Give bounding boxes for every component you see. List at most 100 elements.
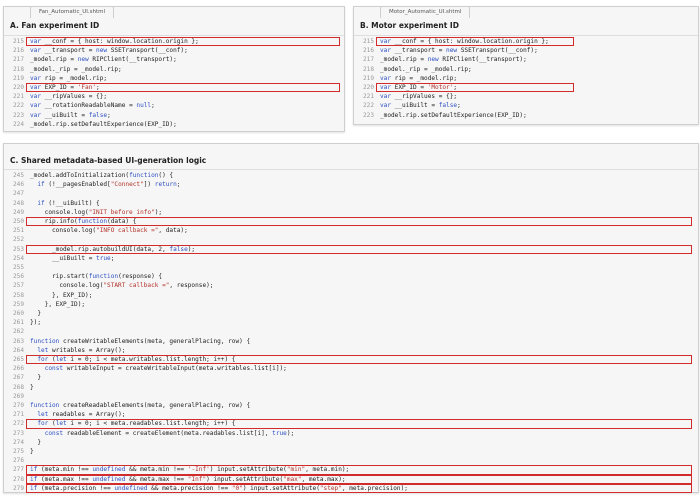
code-line: 257 console.log("START callback =", resp… [4, 281, 698, 290]
line-number: 250 [12, 218, 24, 225]
line-text: }); [30, 319, 42, 327]
line-number: 258 [12, 291, 24, 299]
code-line: 223 _model.rip.setDefaultExperience(EXP_I… [354, 111, 698, 120]
line-number: 260 [12, 310, 24, 317]
line-number: 216 [362, 47, 374, 55]
code-line: 271 let readables = Array(); [4, 410, 698, 419]
line-text: const writableInput = createWritableInpu… [44, 365, 287, 373]
highlight-box [26, 419, 692, 429]
code-line: 221 var __ripValues = {}; [354, 92, 698, 101]
highlight-box [26, 83, 340, 93]
code-line: 218 _model._rip = _model.rip; [4, 65, 344, 74]
line-number: 272 [12, 420, 24, 428]
line-number: 279 [12, 484, 24, 492]
code-line: 261}); [4, 318, 698, 327]
line-text: console.log("START callback =", response… [30, 282, 214, 290]
line-text: _model.addToInitialization(function() { [30, 172, 174, 179]
line-text: var __ripValues = {}; [30, 93, 108, 101]
line-text: let writables = Array(); [37, 346, 126, 354]
line-number: 220 [362, 84, 374, 91]
panel-title: A. Fan experiment ID [10, 21, 100, 30]
line-number: 268 [12, 383, 24, 391]
code-line: 220 var EXP_ID = 'Motor'; [354, 83, 698, 93]
file-tab-motor[interactable]: Motor_Automatic_UI.shtml [380, 6, 471, 18]
panel-motor-experiment: Motor_Automatic_UI.shtml B. Motor experi… [353, 6, 699, 125]
code-line: 215 var __conf = { host: window.location.… [354, 37, 698, 47]
file-tab-label: Fan_Automatic_UI.shtml [39, 9, 106, 15]
line-number: 261 [12, 319, 24, 327]
line-number: 264 [12, 346, 24, 354]
panel-fan-experiment: Fan_Automatic_UI.shtml A. Fan experiment… [3, 6, 345, 132]
code-line: 247 [4, 189, 698, 198]
code-line: 275} [4, 447, 698, 456]
panel-title: B. Motor experiment ID [360, 21, 459, 30]
highlight-box [26, 483, 692, 493]
code-line: 272 for (let i = 0; i < meta.readables.l… [4, 419, 698, 429]
highlight-box [26, 217, 692, 227]
code-line: 254 __uiBuilt = true; [4, 254, 698, 263]
code-line: 219 var rip = _model.rip; [4, 74, 344, 83]
line-number: 247 [12, 190, 24, 198]
highlight-box [26, 355, 692, 365]
line-number: 267 [12, 374, 24, 382]
line-number: 253 [12, 245, 24, 253]
code-line: 258 }, EXP_ID); [4, 291, 698, 300]
line-text: _model.rip.setDefaultExperience(EXP_ID); [30, 120, 177, 128]
code-line: 274 } [4, 438, 698, 447]
line-number: 252 [12, 236, 24, 244]
code-line: 273 const readableElement = createElemen… [4, 429, 698, 438]
line-number: 255 [12, 264, 24, 271]
line-number: 262 [12, 328, 24, 336]
code-line: 255 [4, 263, 698, 272]
line-text: _model._rip = _model.rip; [30, 65, 122, 73]
line-text: } [30, 374, 42, 382]
line-number: 276 [12, 457, 24, 465]
line-text: } [30, 310, 42, 317]
line-text: console.log("INFO callback =", data); [30, 227, 188, 235]
line-text: } [30, 383, 34, 391]
line-number: 259 [12, 300, 24, 308]
code-line: 263 function createWritableElements(meta,… [4, 337, 698, 346]
line-text: _model.rip = new RIPClient(__transport); [30, 56, 177, 64]
line-text: _model.rip.setDefaultExperience(EXP_ID); [380, 111, 527, 119]
code-line: 259 }, EXP_ID); [4, 300, 698, 309]
file-tab-fan[interactable]: Fan_Automatic_UI.shtml [30, 6, 115, 18]
code-line: 216 var __transport = new SSETransport(__… [4, 46, 344, 55]
line-text: if (!__uiBuilt) { [37, 199, 100, 207]
line-text: var __transport = new SSETransport(__con… [30, 47, 188, 55]
code-line: 250 rip.info(function(data) { [4, 217, 698, 227]
code-line: 222 var __uiBuilt = false; [354, 101, 698, 110]
code-line: 262 [4, 327, 698, 336]
code-line: 215 var __conf = { host: window.location.… [4, 37, 344, 47]
line-text: rip.start(function(response) { [30, 273, 163, 281]
line-number: 271 [12, 411, 24, 419]
panel-title: C. Shared metadata-based UI-generation l… [10, 156, 207, 165]
line-text: } [30, 448, 34, 455]
line-text: _model.rip = new RIPClient(__transport); [380, 56, 527, 64]
code-line: 245 _model.addToInitialization(function()… [4, 171, 698, 180]
line-text: }, EXP_ID); [30, 300, 86, 308]
line-number: 248 [12, 199, 24, 207]
code-block-fan: 215 var __conf = { host: window.location.… [4, 37, 344, 129]
code-line: 276 [4, 456, 698, 465]
code-line: 217 _model.rip = new RIPClient(__transpor… [4, 55, 344, 64]
code-line: 249 console.log("INIT before info"); [4, 208, 698, 217]
code-line: 266 const writableInput = createWritable… [4, 364, 698, 373]
line-text: function createReadableElements(meta, ge… [30, 402, 251, 409]
code-block-shared: 245 _model.addToInitialization(function()… [4, 171, 698, 493]
highlight-box [26, 474, 692, 484]
line-number: 215 [12, 38, 24, 45]
line-number: 219 [362, 74, 374, 82]
line-number: 222 [12, 102, 24, 110]
line-text: var __uiBuilt = false; [30, 111, 111, 119]
line-text: var __ripValues = {}; [380, 93, 458, 101]
code-line: 253 _model.rip.autobuildUI(data, 2, fals… [4, 244, 698, 254]
code-line: 251 console.log("INFO callback =", data)… [4, 226, 698, 235]
line-number: 254 [12, 254, 24, 262]
line-text: function createWritableElements(meta, ge… [30, 337, 251, 345]
line-number: 221 [12, 93, 24, 101]
line-text: var rip = _model.rip; [380, 74, 458, 82]
line-number: 223 [362, 111, 374, 119]
line-text: console.log("INIT before info"); [30, 208, 163, 216]
highlight-box [26, 244, 692, 254]
